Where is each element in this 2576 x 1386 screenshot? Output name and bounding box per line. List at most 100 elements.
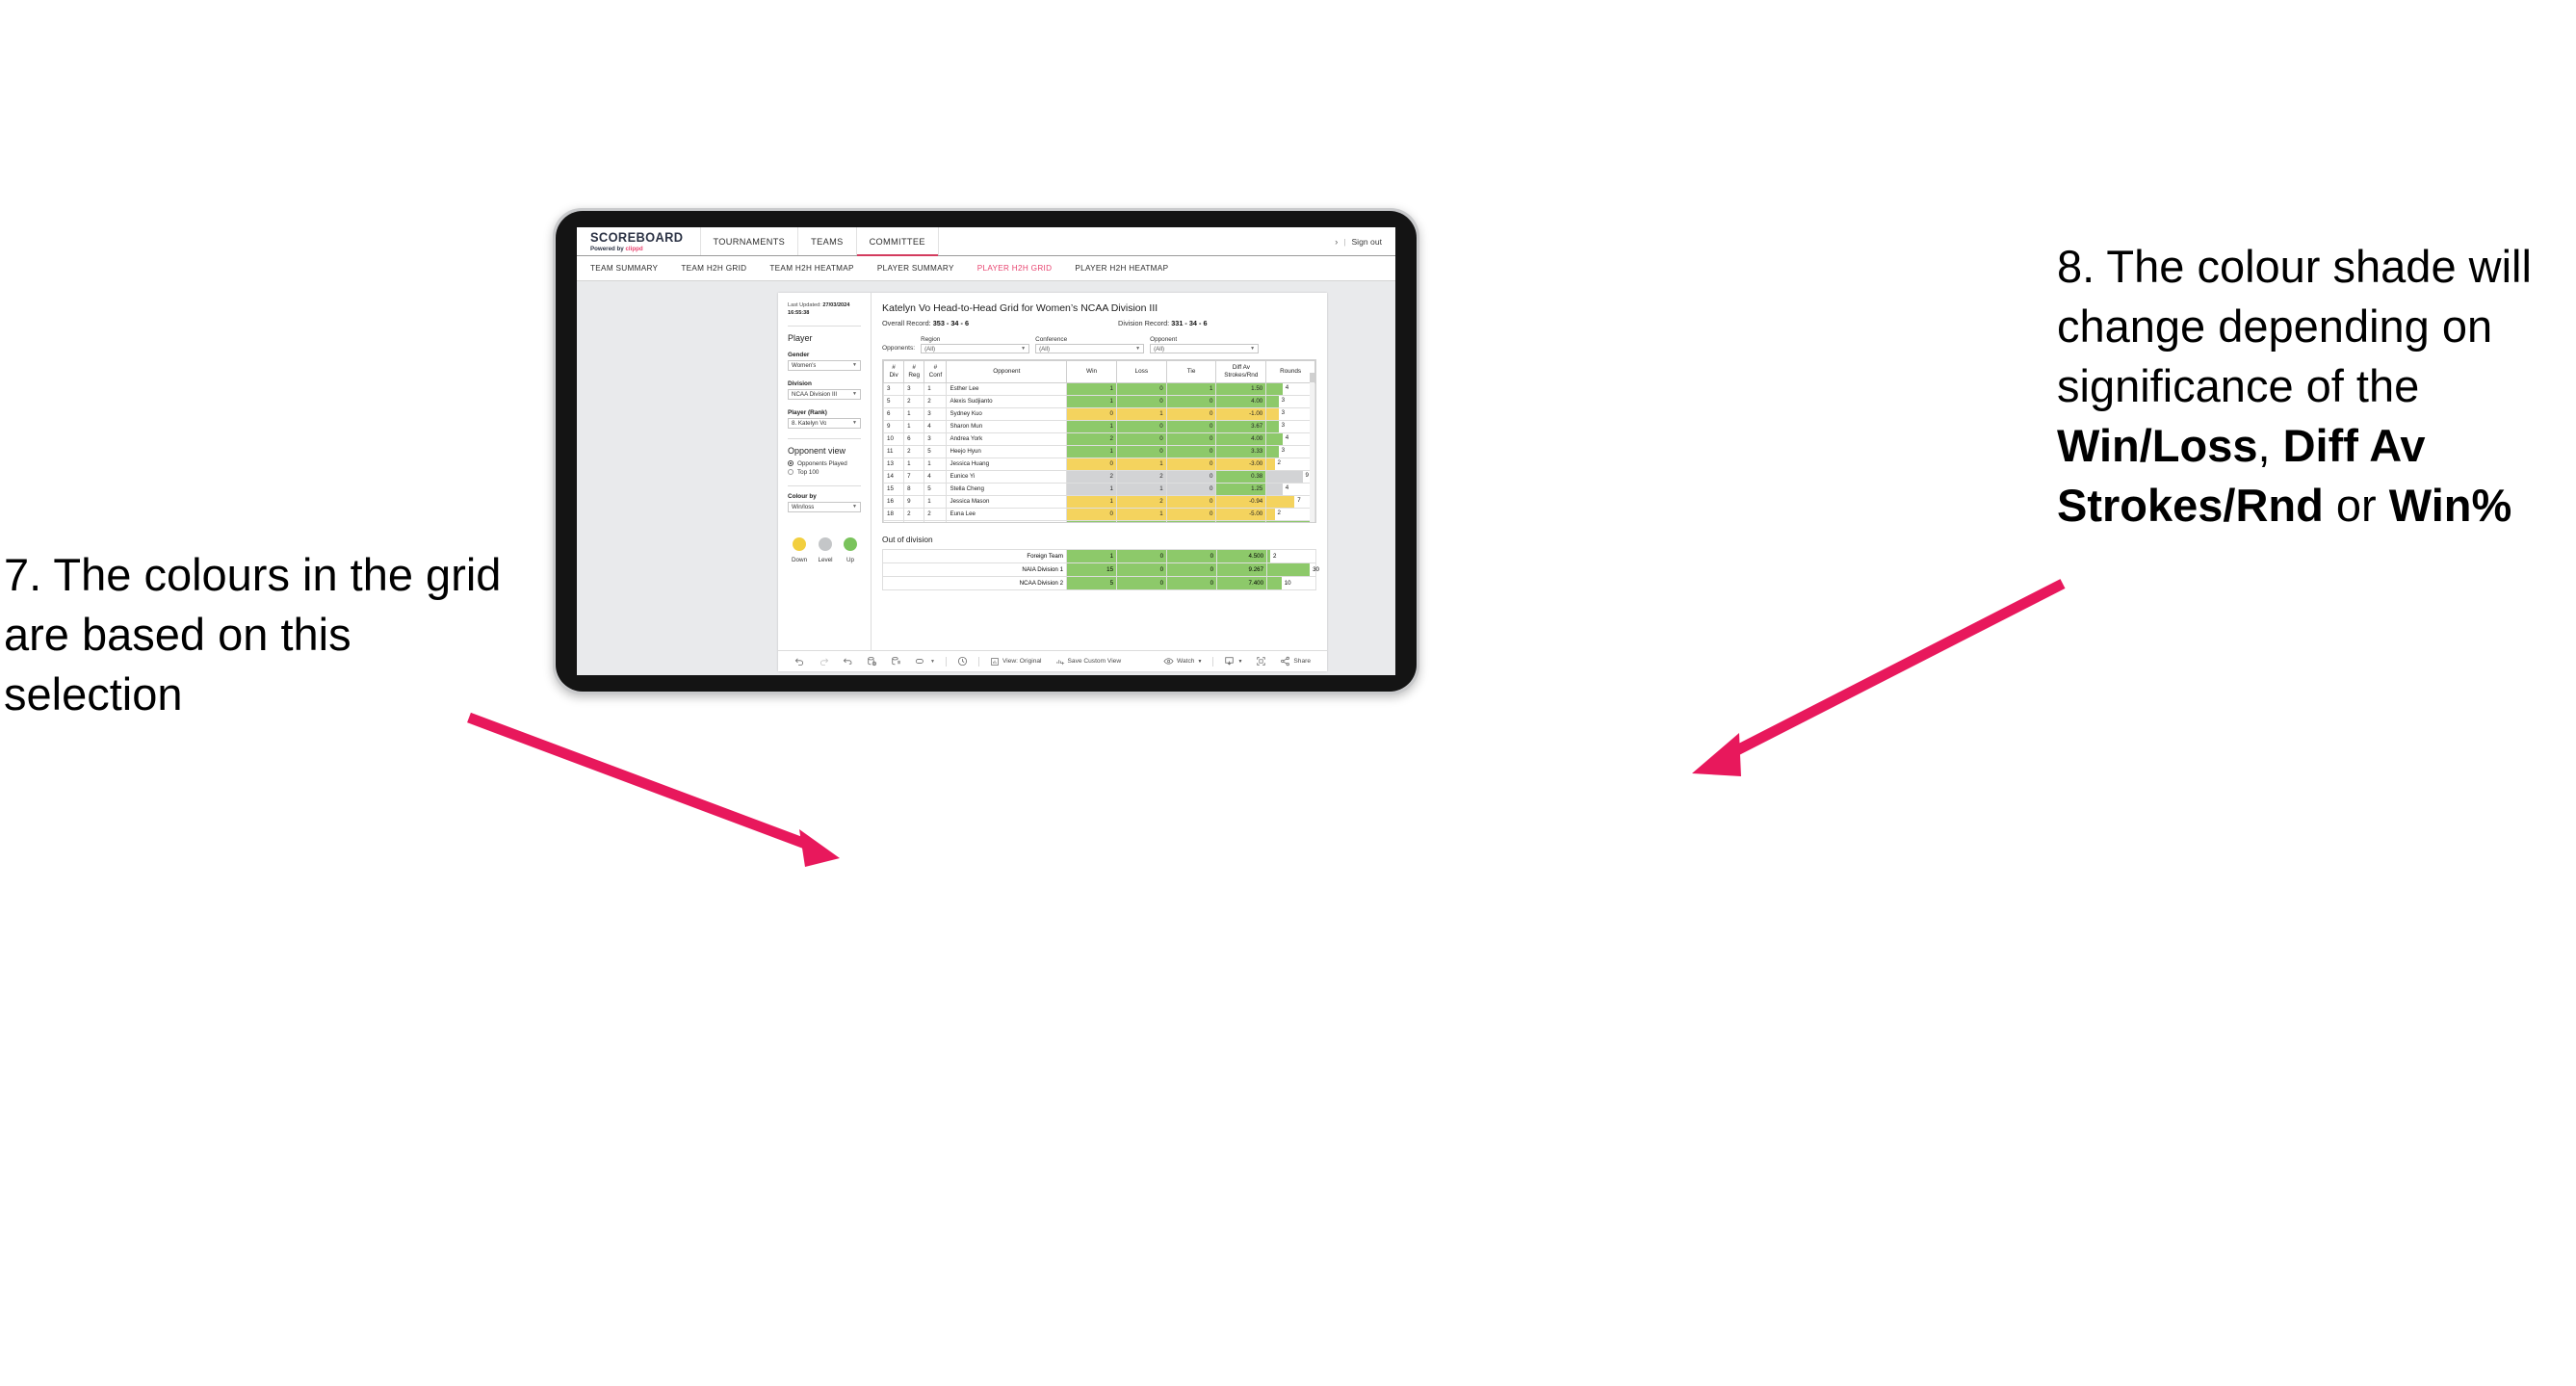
cell-opponent[interactable]: Sydney Kuo (946, 406, 1068, 421)
cell-win[interactable]: 5 (1066, 576, 1118, 590)
cell-reg[interactable]: 2 (903, 394, 925, 408)
cell-opponent[interactable]: Eunice Yi (946, 469, 1068, 484)
cell-div[interactable]: 5 (883, 394, 905, 408)
cell-opponent[interactable]: Jessica Mason (946, 494, 1068, 509)
grid-scrollbar-thumb[interactable] (1310, 373, 1314, 382)
cell-diff-av-strokes[interactable]: 1.50 (1215, 381, 1267, 396)
cell-diff-av-strokes[interactable]: 4.00 (1215, 394, 1267, 408)
grid-col-header[interactable]: Loss (1115, 360, 1167, 383)
grid-col-header[interactable]: Rounds (1265, 360, 1315, 383)
cell-rounds[interactable]: 3 (1265, 419, 1315, 433)
subnav-item-team-h2h-grid[interactable]: TEAM H2H GRID (681, 264, 760, 273)
cell-loss[interactable]: 1 (1115, 482, 1167, 496)
grid-col-header[interactable]: # Conf (924, 360, 948, 383)
cell-loss[interactable]: 0 (1115, 394, 1167, 408)
cell-opponent[interactable]: Jessica Huang (946, 457, 1068, 471)
select-opponent[interactable]: (All) ▼ (1150, 344, 1260, 353)
cell-diff-av-strokes[interactable]: -0.94 (1215, 494, 1267, 509)
cell-div[interactable]: 15 (883, 482, 905, 496)
cell-div[interactable]: 19 (883, 519, 905, 522)
table-row[interactable]: 19106Emily Chang4100.3011 (883, 519, 1315, 522)
cell-tie[interactable]: 1 (1165, 381, 1217, 396)
cell-rounds[interactable]: 7 (1265, 494, 1315, 509)
redo-icon[interactable] (812, 656, 836, 667)
table-row[interactable]: 13 1 1 Jessica Huang 0 1 0 -3.00 2 (883, 457, 1315, 471)
cell-conf[interactable]: 4 (924, 419, 948, 433)
cell-rounds[interactable]: 4 (1265, 431, 1315, 446)
subnav-item-player-h2h-grid[interactable]: PLAYER H2H GRID (977, 264, 1066, 273)
select-colour-by[interactable]: Win/loss ▼ (788, 501, 861, 512)
cell-opponent[interactable]: Emily Chang (946, 519, 1068, 522)
cell-conf[interactable]: 5 (924, 444, 948, 458)
sign-out-link[interactable]: Sign out (1351, 237, 1382, 247)
cell-tie[interactable]: 0 (1165, 457, 1217, 471)
cell-opponent[interactable]: NCAA Division 2 (881, 576, 1068, 590)
cell-loss[interactable]: 0 (1115, 444, 1167, 458)
grid-col-header[interactable]: Diff Av Strokes/Rnd (1215, 360, 1267, 383)
table-row[interactable]: NCAA Division 2 5 0 0 7.400 10 (881, 576, 1316, 590)
cell-rounds[interactable]: 30 (1266, 562, 1319, 577)
cell-loss[interactable]: 0 (1115, 419, 1167, 433)
cell-reg[interactable]: 3 (903, 381, 925, 396)
cell-rounds[interactable]: 2 (1265, 457, 1315, 471)
h2h-grid-scroll[interactable]: # Div # Reg # Conf Opponent Win Loss Tie Diff Av St… (883, 360, 1315, 522)
view-original-button[interactable]: View: Original (983, 657, 1049, 667)
cell-rounds[interactable]: 2 (1266, 549, 1316, 563)
cell-loss[interactable]: 0 (1116, 562, 1168, 577)
cell-loss[interactable]: 1 (1115, 519, 1167, 522)
cell-win[interactable]: 2 (1066, 469, 1117, 484)
cell-diff-av-strokes[interactable]: -5.00 (1215, 507, 1267, 521)
cell-tie[interactable]: 0 (1165, 406, 1217, 421)
cell-div[interactable]: 10 (883, 431, 905, 446)
cell-win[interactable]: 4 (1066, 519, 1117, 522)
subnav-item-team-h2h-heatmap[interactable]: TEAM H2H HEATMAP (769, 264, 867, 273)
radio-top-100[interactable]: Top 100 (788, 469, 861, 476)
cell-conf[interactable]: 6 (924, 519, 948, 522)
cell-opponent[interactable]: NAIA Division 1 (881, 562, 1068, 577)
cell-diff-av-strokes[interactable]: -1.00 (1215, 406, 1267, 421)
grid-col-header[interactable]: Opponent (946, 360, 1068, 383)
cell-div[interactable]: 13 (883, 457, 905, 471)
table-row[interactable]: 10 6 3 Andrea York 2 0 0 4.00 4 (883, 431, 1315, 446)
cell-div[interactable]: 6 (883, 406, 905, 421)
subnav-item-player-summary[interactable]: PLAYER SUMMARY (877, 264, 968, 273)
cell-win[interactable]: 15 (1066, 562, 1118, 577)
cell-div[interactable]: 9 (883, 419, 905, 433)
download-icon[interactable]: ▼ (1217, 656, 1249, 667)
radio-opponents-played[interactable]: Opponents Played (788, 460, 861, 467)
cell-div[interactable]: 14 (883, 469, 905, 484)
cell-diff-av-strokes[interactable]: 3.67 (1215, 419, 1267, 433)
cell-rounds[interactable]: 9 (1265, 469, 1315, 484)
fullscreen-icon[interactable] (1249, 656, 1273, 667)
cell-conf[interactable]: 1 (924, 457, 948, 471)
cell-opponent[interactable]: Heejo Hyun (946, 444, 1068, 458)
cell-reg[interactable]: 7 (903, 469, 925, 484)
grid-col-header[interactable]: # Reg (903, 360, 925, 383)
cell-win[interactable]: 2 (1066, 431, 1117, 446)
select-conference[interactable]: (All) ▼ (1035, 344, 1145, 353)
cell-conf[interactable]: 3 (924, 431, 948, 446)
table-row[interactable]: 5 2 2 Alexis Sudjianto 1 0 0 4.00 3 (883, 394, 1315, 408)
cell-win[interactable]: 1 (1066, 494, 1117, 509)
cell-loss[interactable]: 2 (1115, 469, 1167, 484)
revert-icon[interactable] (836, 656, 860, 667)
select-player-rank[interactable]: 8. Katelyn Vo ▼ (788, 417, 861, 429)
cell-rounds[interactable]: 3 (1265, 394, 1315, 408)
subnav-item-team-summary[interactable]: TEAM SUMMARY (590, 264, 671, 273)
cell-tie[interactable]: 0 (1165, 394, 1217, 408)
pause-updates-icon[interactable] (884, 656, 908, 667)
cell-reg[interactable]: 8 (903, 482, 925, 496)
cell-diff-av-strokes[interactable]: 4.00 (1215, 431, 1267, 446)
cell-tie[interactable]: 0 (1165, 507, 1217, 521)
cell-reg[interactable]: 2 (903, 444, 925, 458)
cell-loss[interactable]: 0 (1115, 431, 1167, 446)
cell-tie[interactable]: 0 (1165, 469, 1217, 484)
cell-rounds[interactable]: 4 (1265, 381, 1315, 396)
cell-reg[interactable]: 6 (903, 431, 925, 446)
chevron-right-icon[interactable]: › (1335, 237, 1338, 247)
table-row[interactable]: 6 1 3 Sydney Kuo 0 1 0 -1.00 3 (883, 406, 1315, 421)
cell-win[interactable]: 1 (1066, 549, 1118, 563)
cell-diff-av-strokes[interactable]: 3.33 (1215, 444, 1267, 458)
cell-rounds[interactable]: 3 (1265, 406, 1315, 421)
brand-logo[interactable]: SCOREBOARD Powered by clippd (577, 227, 701, 255)
